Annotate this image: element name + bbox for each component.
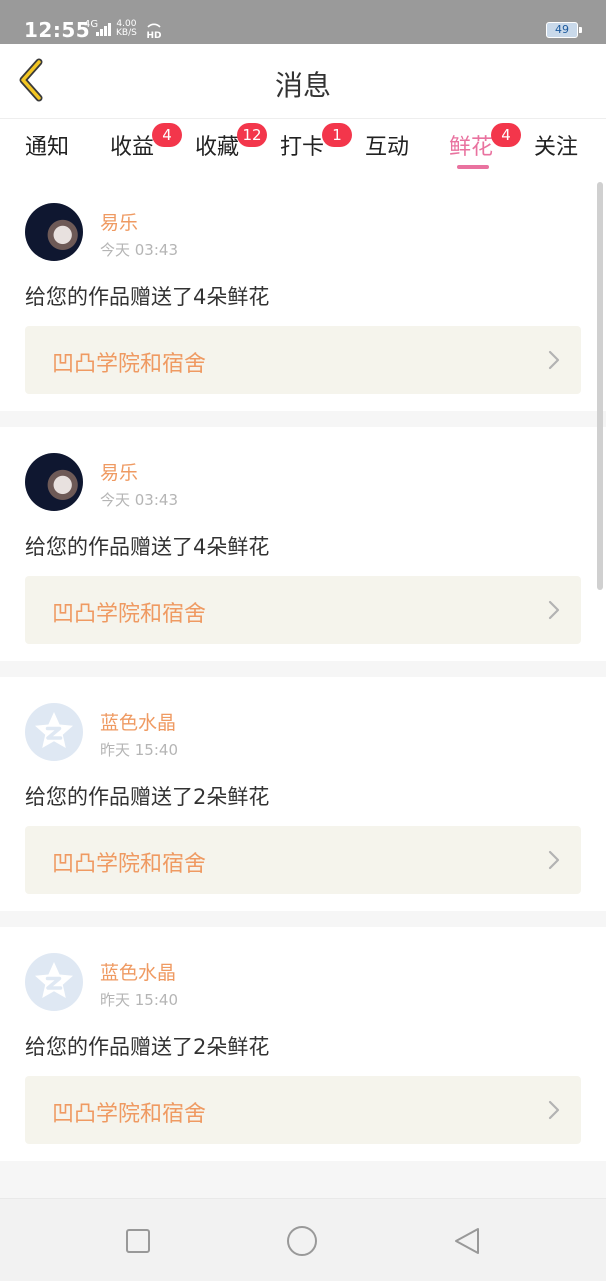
unread-badge: 12 xyxy=(237,123,267,147)
tab-label: 打卡 xyxy=(280,135,325,160)
tab-checkin[interactable]: 打卡 1 xyxy=(280,123,352,169)
message-card: 蓝色水晶 昨天 15:40 给您的作品赠送了2朵鲜花 凹凸学院和宿舍 xyxy=(0,927,606,1161)
message-text: 给您的作品赠送了2朵鲜花 xyxy=(25,1035,270,1059)
tab-interaction[interactable]: 互动 xyxy=(365,129,409,169)
avatar[interactable] xyxy=(25,453,83,511)
scrollbar[interactable] xyxy=(597,182,603,590)
sender-name[interactable]: 易乐 xyxy=(100,208,138,235)
message-list: 易乐 今天 03:43 给您的作品赠送了4朵鲜花 凹凸学院和宿舍 易乐 今天 0… xyxy=(0,177,606,1161)
avatar[interactable] xyxy=(25,203,83,261)
tab-label: 鲜花 xyxy=(449,135,494,160)
recent-apps-button[interactable] xyxy=(122,1225,154,1257)
unread-badge: 4 xyxy=(491,123,521,147)
status-time: 12:55 xyxy=(24,18,91,42)
message-card: 易乐 今天 03:43 给您的作品赠送了4朵鲜花 凹凸学院和宿舍 xyxy=(0,427,606,661)
signal-icon xyxy=(96,22,112,36)
sender-name[interactable]: 蓝色水晶 xyxy=(100,708,176,735)
message-text: 给您的作品赠送了4朵鲜花 xyxy=(25,535,270,559)
triangle-back-icon xyxy=(455,1228,479,1254)
tab-bar: 通知 收益 4 收藏 12 打卡 1 互动 鲜花 4 关注 xyxy=(0,118,606,177)
speed-unit: KB/S xyxy=(116,28,137,38)
chevron-right-icon xyxy=(548,350,560,370)
battery-icon: 49 xyxy=(546,22,582,38)
tab-label: 互动 xyxy=(365,135,410,160)
page-title: 消息 xyxy=(274,69,331,102)
message-time: 昨天 15:40 xyxy=(100,741,178,759)
unread-badge: 1 xyxy=(322,123,352,147)
square-icon xyxy=(126,1229,150,1253)
unread-badge: 4 xyxy=(152,123,182,147)
message-text: 给您的作品赠送了2朵鲜花 xyxy=(25,785,270,809)
tab-label: 收益 xyxy=(110,135,155,160)
header: 消息 xyxy=(0,44,606,118)
hd-icon: HD xyxy=(144,20,164,41)
sender-name[interactable]: 蓝色水晶 xyxy=(100,958,176,985)
tab-favorites[interactable]: 收藏 12 xyxy=(195,123,267,169)
chevron-right-icon xyxy=(548,850,560,870)
work-link[interactable]: 凹凸学院和宿舍 xyxy=(25,1076,581,1144)
hd-label: HD xyxy=(146,31,161,40)
chevron-right-icon xyxy=(548,600,560,620)
circle-icon xyxy=(287,1226,317,1256)
network-speed: 4.00 KB/S xyxy=(116,20,137,38)
message-card: 易乐 今天 03:43 给您的作品赠送了4朵鲜花 凹凸学院和宿舍 xyxy=(0,177,606,411)
back-nav-button[interactable] xyxy=(452,1225,484,1257)
tab-label: 收藏 xyxy=(195,135,240,160)
status-bar: 12:55 4G 4.00 KB/S HD 49 xyxy=(0,0,606,44)
tab-label: 通知 xyxy=(25,135,70,160)
active-tab-indicator xyxy=(457,165,489,169)
tab-flowers[interactable]: 鲜花 4 xyxy=(449,123,521,169)
chevron-right-icon xyxy=(548,1100,560,1120)
work-link[interactable]: 凹凸学院和宿舍 xyxy=(25,326,581,394)
message-time: 今天 03:43 xyxy=(100,241,178,259)
message-text: 给您的作品赠送了4朵鲜花 xyxy=(25,285,270,309)
tab-notice[interactable]: 通知 xyxy=(25,129,69,169)
system-nav-bar xyxy=(0,1198,606,1281)
default-avatar-icon[interactable] xyxy=(25,953,83,1011)
message-time: 昨天 15:40 xyxy=(100,991,178,1009)
work-link[interactable]: 凹凸学院和宿舍 xyxy=(25,826,581,894)
home-button[interactable] xyxy=(286,1225,318,1257)
default-avatar-icon[interactable] xyxy=(25,703,83,761)
message-card: 蓝色水晶 昨天 15:40 给您的作品赠送了2朵鲜花 凹凸学院和宿舍 xyxy=(0,677,606,911)
tab-earnings[interactable]: 收益 4 xyxy=(110,123,182,169)
sender-name[interactable]: 易乐 xyxy=(100,458,138,485)
work-title: 凹凸学院和宿舍 xyxy=(52,1102,207,1127)
message-time: 今天 03:43 xyxy=(100,491,178,509)
work-title: 凹凸学院和宿舍 xyxy=(52,602,207,627)
tab-label: 关注 xyxy=(534,135,579,160)
tab-following[interactable]: 关注 xyxy=(534,129,578,169)
work-title: 凹凸学院和宿舍 xyxy=(52,352,207,377)
work-title: 凹凸学院和宿舍 xyxy=(52,852,207,877)
work-link[interactable]: 凹凸学院和宿舍 xyxy=(25,576,581,644)
